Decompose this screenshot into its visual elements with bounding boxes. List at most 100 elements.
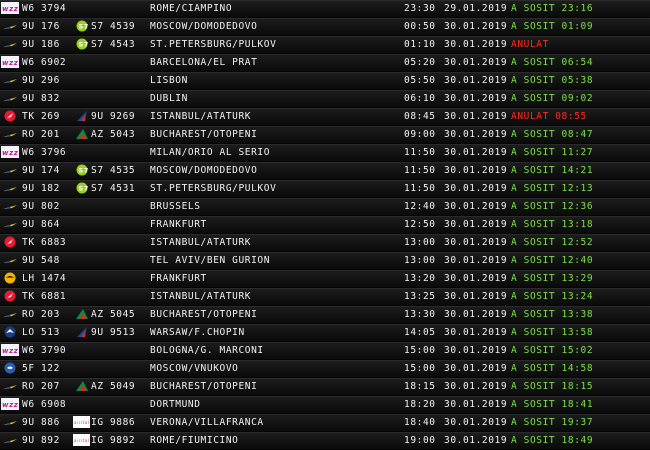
codeshare-flight-number [91,361,145,377]
lufthansa-logo-icon [1,272,19,284]
air-italy-logo-icon: airitaly [73,415,90,428]
scheduled-time: 11:50 [404,165,436,176]
flight-number: LH 1474 [22,273,67,284]
codeshare-flight-number: 9U 9513 [91,327,136,338]
scheduled-time: 05:50 [404,75,436,86]
flight-number: W6 3796 [22,147,67,158]
wizz-air-logo-icon: wzz [1,343,19,356]
flight-number: TK 6883 [22,237,67,248]
flight-number: 9U 832 [22,93,60,104]
codeshare-flight-number [91,55,145,71]
scheduled-time: 13:30 [404,309,436,320]
flight-row: 5F 122 MOSCOW/VNUKOVO 15:00 30.01.2019 A… [0,360,650,377]
flight-status: A SOSIT 09:02 [511,93,594,104]
flight-date: 30.01.2019 [444,21,508,32]
codeshare-logo-cell [73,307,90,323]
scheduled-time: 01:10 [404,39,436,50]
codeshare-logo-cell [73,217,90,233]
flight-number: TK 6881 [22,291,67,302]
flight-number: RO 207 [22,381,60,392]
destination: VERONA/VILLAFRANCA [150,417,264,428]
scheduled-time: 14:05 [404,327,436,338]
codeshare-logo-cell: airitaly [73,415,90,431]
codeshare-logo-cell [73,235,90,251]
flight-row: 9U 182 S7 S7 4531 ST.PETERSBURG/PULKOV 1… [0,180,650,197]
flight-status: A SOSIT 19:37 [511,417,594,428]
codeshare-logo-cell [73,199,90,215]
scheduled-time: 13:00 [404,237,436,248]
flight-row: 9U 832 DUBLIN 06:10 30.01.2019 A SOSIT 0… [0,90,650,107]
flight-date: 30.01.2019 [444,165,508,176]
scheduled-time: 18:15 [404,381,436,392]
codeshare-logo-cell [73,145,90,161]
flight-date: 29.01.2019 [444,3,508,14]
codeshare-flight-number [91,217,145,233]
flight-number: W6 6902 [22,57,67,68]
tarom-logo-icon [1,182,19,194]
destination: ROME/FIUMICINO [150,435,239,446]
flight-status: A SOSIT 13:58 [511,327,594,338]
flight-number: 9U 176 [22,21,60,32]
flight-status: A SOSIT 14:58 [511,363,594,374]
flight-row: 9U 548 TEL AVIV/BEN GURION 13:00 30.01.2… [0,252,650,269]
flight-status: A SOSIT 13:18 [511,219,594,230]
codeshare-logo-cell [73,343,90,359]
destination: ROME/CIAMPINO [150,3,233,14]
airline-logo-cell [1,109,21,125]
scheduled-time: 13:00 [404,255,436,266]
codeshare-flight-number: AZ 5049 [91,381,136,392]
destination: BUCHAREST/OTOPENI [150,381,258,392]
destination: FRANKFURT [150,219,207,230]
destination: BUCHAREST/OTOPENI [150,129,258,140]
tarom-logo-icon [1,92,19,104]
air-moldova-logo-icon [73,110,90,122]
flight-row: TK 269 9U 9269 ISTANBUL/ATATURK 08:45 30… [0,108,650,125]
destination: ISTANBUL/ATATURK [150,291,252,302]
flight-status: A SOSIT 13:24 [511,291,594,302]
svg-text:S7: S7 [79,22,89,30]
destination: ST.PETERSBURG/PULKOV [150,39,277,50]
flight-status: A SOSIT 08:47 [511,129,594,140]
codeshare-flight-number: S7 4543 [91,39,136,50]
codeshare-logo-cell [73,271,90,287]
airline-logo-cell [1,235,21,251]
flight-row: wzz W6 6908 DORTMUND 18:20 30.01.2019 A … [0,396,650,413]
destination: WARSAW/F.CHOPIN [150,327,245,338]
destination: ST.PETERSBURG/PULKOV [150,183,277,194]
airline-logo-cell [1,307,21,323]
destination: MILAN/ORIO AL SERIO [150,147,271,158]
codeshare-logo-cell [73,127,90,143]
scheduled-time: 13:20 [404,273,436,284]
flight-number: W6 6908 [22,399,67,410]
lot-logo-icon [1,326,19,338]
alitalia-logo-icon [73,128,90,140]
codeshare-flight-number [91,289,145,305]
flight-date: 30.01.2019 [444,381,508,392]
tarom-logo-icon [1,380,19,392]
flight-date: 30.01.2019 [444,237,508,248]
svg-text:S7: S7 [79,40,89,48]
tarom-logo-icon [1,218,19,230]
flight-row: 9U 892 airitaly IG 9892 ROME/FIUMICINO 1… [0,432,650,449]
flight-number: 9U 864 [22,219,60,230]
tarom-logo-icon [1,254,19,266]
codeshare-flight-number [91,235,145,251]
flight-number: 9U 186 [22,39,60,50]
codeshare-logo-cell [73,55,90,71]
codeshare-flight-number [91,91,145,107]
flight-row: wzz W6 3796 MILAN/ORIO AL SERIO 11:50 30… [0,144,650,161]
flight-number: 9U 548 [22,255,60,266]
codeshare-logo-cell: S7 [73,37,90,53]
flight-status: A SOSIT 14:21 [511,165,594,176]
svg-text:S7: S7 [79,184,89,192]
codeshare-logo-cell [73,325,90,341]
flight-number: 9U 296 [22,75,60,86]
airline-logo-cell [1,433,21,449]
airline-logo-cell [1,37,21,53]
flight-row: TK 6883 ISTANBUL/ATATURK 13:00 30.01.201… [0,234,650,251]
flight-list: wzz W6 3794 ROME/CIAMPINO 23:30 29.01.20… [0,0,650,450]
codeshare-logo-cell: S7 [73,181,90,197]
codeshare-flight-number [91,199,145,215]
codeshare-logo-cell [73,73,90,89]
codeshare-logo-cell [73,379,90,395]
